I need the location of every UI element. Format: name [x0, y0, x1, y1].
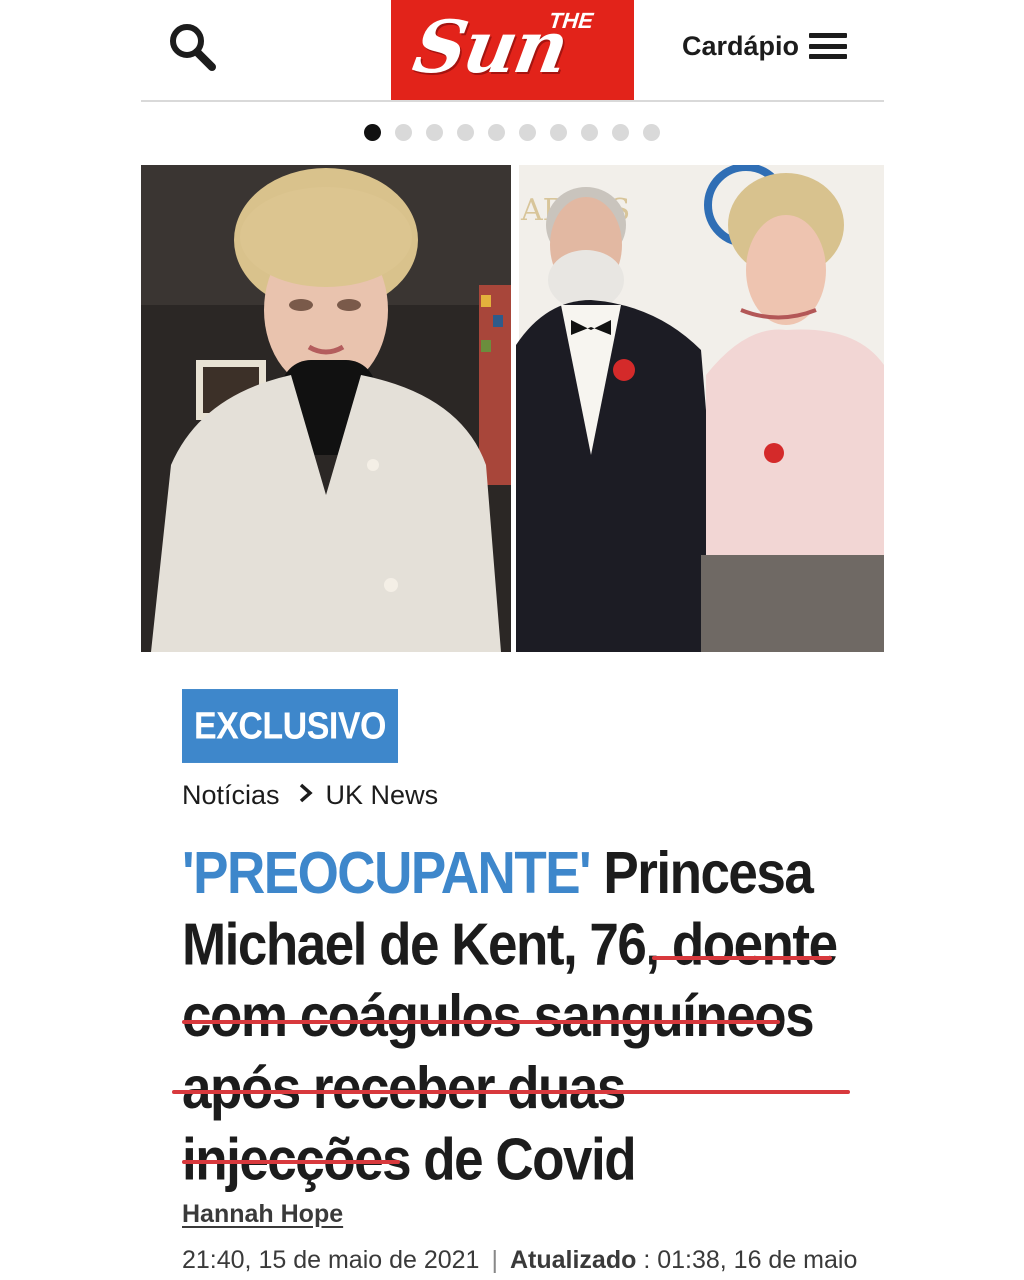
search-button[interactable]: [164, 20, 220, 76]
article-image-left: [141, 165, 511, 652]
breadcrumb: Notícias UK News: [182, 780, 438, 811]
highlight-underline: [182, 1020, 780, 1024]
carousel-dot[interactable]: [426, 124, 443, 141]
updated-time: 01:38, 16 de maio: [657, 1246, 858, 1274]
carousel-dot[interactable]: [488, 124, 505, 141]
chevron-right-icon: [298, 780, 314, 811]
highlight-underline: [652, 956, 832, 960]
breadcrumb-item-uk-news[interactable]: UK News: [326, 780, 439, 811]
headline-kicker: 'PREOCUPANTE': [182, 840, 592, 907]
updated-separator: :: [636, 1246, 658, 1274]
carousel-dot[interactable]: [550, 124, 567, 141]
hamburger-icon: [809, 33, 848, 59]
article-image-right: ARERS: [516, 165, 884, 652]
search-icon: [170, 24, 216, 71]
carousel-pagination: [364, 124, 660, 141]
exclusive-badge[interactable]: EXCLUSIVO: [182, 689, 398, 763]
updated-label: Atualizado: [509, 1246, 637, 1274]
carousel-dot[interactable]: [457, 124, 474, 141]
the-sun-logo[interactable]: THE Sun: [391, 0, 634, 101]
highlight-underline: [182, 1160, 400, 1164]
breadcrumb-item-noticias[interactable]: Notícias: [182, 780, 280, 811]
menu-label: Cardápio: [682, 30, 800, 61]
carousel-dot[interactable]: [581, 124, 598, 141]
header-divider: [141, 100, 884, 102]
carousel-dot[interactable]: [643, 124, 660, 141]
author-link[interactable]: Hannah Hope: [182, 1200, 343, 1229]
menu-button[interactable]: Cardápio: [682, 26, 848, 66]
logo-sun-text: Sun: [407, 4, 574, 89]
carousel-dot[interactable]: [519, 124, 536, 141]
highlight-underline: [172, 1090, 850, 1094]
carousel-dot[interactable]: [364, 124, 381, 141]
carousel-dot[interactable]: [612, 124, 629, 141]
article-dateline: 21:40, 15 de maio de 2021 | Atualizado : 0…: [182, 1246, 857, 1275]
article-headline: 'PREOCUPANTE' Princesa Michael de Kent, …: [182, 838, 862, 1196]
dateline-divider: |: [491, 1246, 498, 1274]
carousel-dot[interactable]: [395, 124, 412, 141]
published-time: 21:40, 15 de maio de 2021: [182, 1246, 480, 1274]
